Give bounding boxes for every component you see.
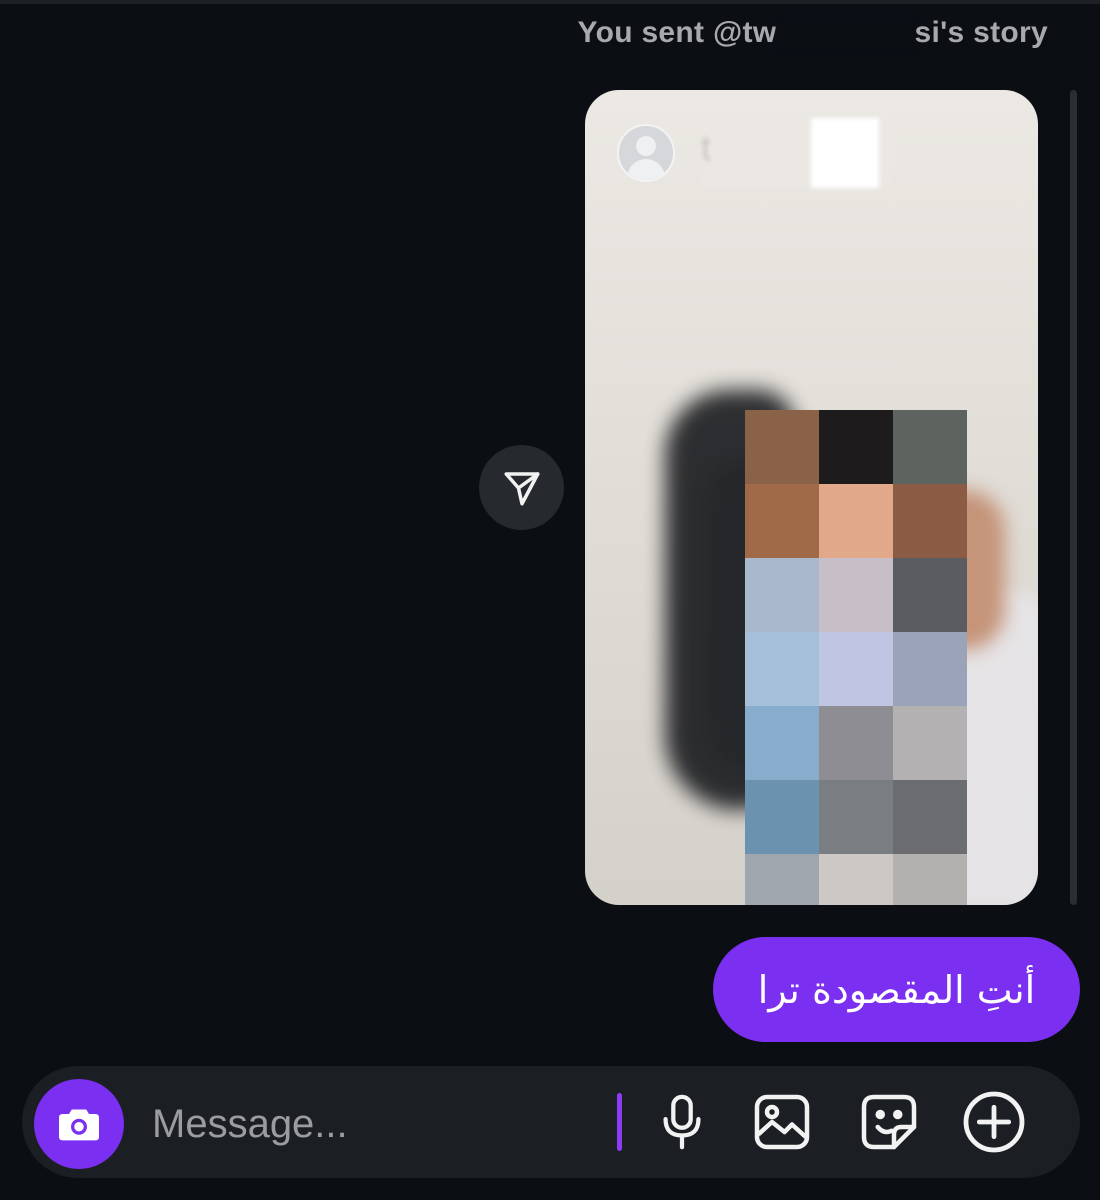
sticker-button[interactable] <box>855 1088 923 1156</box>
plus-circle-icon <box>963 1091 1025 1153</box>
text-cursor <box>617 1093 622 1151</box>
story-caption-prefix: You sent @tw <box>577 16 777 49</box>
camera-icon <box>59 1109 99 1141</box>
shared-story-card[interactable]: t <box>585 90 1038 905</box>
image-icon <box>754 1094 810 1150</box>
paper-plane-icon <box>504 471 539 505</box>
avatar <box>617 124 675 182</box>
more-options-button[interactable] <box>960 1088 1028 1156</box>
story-caption-suffix: si's story <box>914 16 1048 49</box>
sticker-icon <box>861 1094 917 1150</box>
story-username-redacted: t <box>701 118 891 188</box>
camera-button[interactable] <box>34 1079 124 1169</box>
microphone-icon <box>663 1094 701 1150</box>
sent-message-bubble[interactable]: أنتِ المقصودة ترا <box>713 937 1080 1042</box>
pixelated-face <box>745 410 967 905</box>
message-input[interactable] <box>150 1092 594 1156</box>
scrollbar[interactable] <box>1070 90 1077 905</box>
message-composer <box>22 1066 1080 1178</box>
story-caption: You sent @tw si's story <box>577 16 1048 52</box>
top-divider <box>0 0 1100 4</box>
redacted-username <box>776 17 915 52</box>
share-button[interactable] <box>479 445 564 530</box>
story-header: t <box>617 118 891 188</box>
gallery-button[interactable] <box>748 1088 816 1156</box>
voice-message-button[interactable] <box>648 1088 716 1156</box>
story-username: t <box>701 127 712 168</box>
